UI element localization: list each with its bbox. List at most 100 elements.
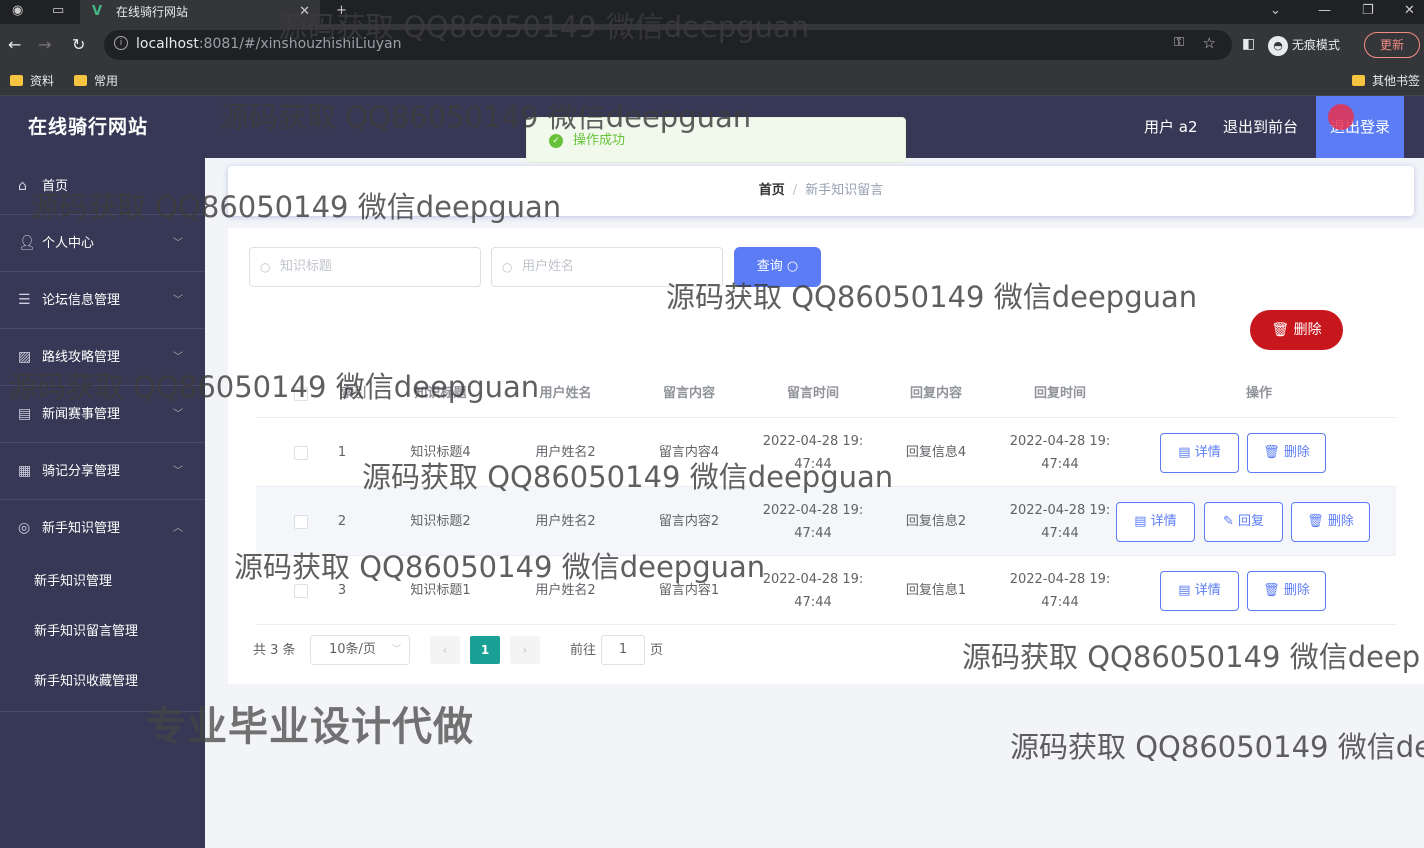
new-tab-icon[interactable]: + xyxy=(336,0,347,22)
sidebar-item-knowledge[interactable]: ◎ 新手知识管理 ︿ xyxy=(0,500,205,557)
next-page-button[interactable]: › xyxy=(510,636,540,664)
sidebar-item-share[interactable]: ▦ 骑记分享管理 ﹀ xyxy=(0,443,205,500)
check-circle-icon: ✓ xyxy=(549,134,563,148)
chevron-down-icon: ﹀ xyxy=(173,352,183,363)
cell-content: 留言内容1 xyxy=(658,583,720,598)
sidebar-item-label: 骑记分享管理 xyxy=(42,464,121,479)
delete-button[interactable]: 🗑︎ 删除 xyxy=(1247,571,1326,611)
query-button[interactable]: 查询 ○ xyxy=(734,247,821,287)
minimize-icon[interactable]: — xyxy=(1318,0,1331,22)
time-date: 2022-04-28 19: xyxy=(762,502,864,518)
delete-button[interactable]: 🗑︎ 删除 xyxy=(1247,433,1326,473)
row-checkbox[interactable] xyxy=(294,446,308,460)
goto-label: 前往 xyxy=(570,643,597,658)
table-row: 3 知识标题1 用户姓名2 留言内容1 2022-04-28 19: 47:44 … xyxy=(256,556,1396,625)
news-icon: ▤ xyxy=(18,406,32,422)
back-to-front-link[interactable]: 退出到前台 xyxy=(1223,96,1298,158)
sidebar-submenu: 新手知识管理 新手知识留言管理 新手知识收藏管理 xyxy=(0,557,205,712)
folder-icon xyxy=(1352,75,1365,86)
chevron-down-icon: ﹀ xyxy=(173,466,183,477)
user-search-input[interactable]: ○ 用户姓名 xyxy=(491,247,723,287)
restore-icon[interactable]: ❐ xyxy=(1362,0,1374,22)
column-header: 知识标题 xyxy=(414,386,467,401)
search-icon: ○ xyxy=(502,260,513,274)
site-info-icon[interactable]: i xyxy=(114,36,128,50)
detail-button[interactable]: ▤ 详情 xyxy=(1160,433,1239,473)
bookmark-folder-ziliao[interactable]: 资料 xyxy=(10,72,54,90)
chevron-down-icon: ﹀ xyxy=(173,295,183,306)
success-toast: ✓ 操作成功 xyxy=(526,117,906,163)
column-header: 留言时间 xyxy=(786,386,839,401)
reply-clock: 47:44 xyxy=(1041,594,1079,610)
sidebar-item-home[interactable]: ⌂ 首页 xyxy=(0,158,205,215)
delete-label: 删除 xyxy=(1293,322,1322,338)
chart-icon: ▨ xyxy=(18,349,32,365)
title-search-input[interactable]: ○ 知识标题 xyxy=(249,247,481,287)
main-panel: ○ 知识标题 ○ 用户姓名 查询 ○ 🗑︎ 删除 索引 知识标题 用户姓名 留言内容… xyxy=(228,228,1424,684)
batch-delete-button[interactable]: 🗑︎ 删除 xyxy=(1250,310,1343,350)
breadcrumb-home[interactable]: 首页 xyxy=(759,183,785,198)
row-checkbox[interactable] xyxy=(294,584,308,598)
time-date: 2022-04-28 19: xyxy=(762,571,864,587)
sidebar-item-label: 路线攻略管理 xyxy=(42,350,121,365)
sidebar-item-routes[interactable]: ▨ 路线攻略管理 ﹀ xyxy=(0,329,205,386)
page-size-select[interactable]: 10条/页 ﹀ xyxy=(310,635,410,665)
browser-menu-icon[interactable]: ◉ xyxy=(12,0,23,22)
reply-button[interactable]: ✎ 回复 xyxy=(1204,502,1283,542)
url-bar[interactable]: i localhost:8081/#/xinshouzhishiLiuyan ⚿… xyxy=(104,30,1232,60)
sidebar-item-profile[interactable]: 👤︎ 个人中心 ﹀ xyxy=(0,215,205,272)
select-all-checkbox[interactable] xyxy=(294,387,308,401)
query-label: 查询 xyxy=(756,259,783,274)
forward-icon[interactable]: → xyxy=(38,35,51,55)
submenu-item-knowledge-messages[interactable]: 新手知识留言管理 xyxy=(0,607,205,657)
incognito-indicator[interactable]: ◓ 无痕模式 xyxy=(1268,32,1340,58)
page-size-value: 10条/页 xyxy=(329,642,376,657)
detail-button[interactable]: ▤ 详情 xyxy=(1160,571,1239,611)
cell-reply: 回复信息1 xyxy=(905,583,967,598)
app-logo-title: 在线骑行网站 xyxy=(28,116,149,138)
bookmark-folder-changyong[interactable]: 常用 xyxy=(74,72,118,90)
detail-button[interactable]: ▤ 详情 xyxy=(1116,502,1195,542)
cell-reply: 回复信息2 xyxy=(905,514,967,529)
sidebar-item-news[interactable]: ▤ 新闻赛事管理 ﹀ xyxy=(0,386,205,443)
reload-icon[interactable]: ↻ xyxy=(72,35,85,55)
update-button[interactable]: 更新 xyxy=(1364,32,1420,58)
side-panel-icon[interactable]: ◧ xyxy=(1242,34,1255,54)
bookmark-folder-other[interactable]: 其他书签 xyxy=(1352,72,1420,90)
cell-reply: 回复信息4 xyxy=(905,445,967,460)
page-number-button[interactable]: 1 xyxy=(470,636,500,664)
browser-tab[interactable]: V 在线骑行网站 ✕ xyxy=(80,0,320,24)
sidebar-item-label: 新闻赛事管理 xyxy=(42,407,121,422)
close-window-icon[interactable]: ✕ xyxy=(1404,0,1415,22)
sidebar-item-label: 首页 xyxy=(42,179,69,194)
tab-search-icon[interactable]: ▭ xyxy=(52,0,64,22)
reply-date: 2022-04-28 19: xyxy=(1009,433,1111,449)
back-icon[interactable]: ← xyxy=(8,35,21,55)
logout-button[interactable]: 退出登录 xyxy=(1316,96,1404,158)
row-checkbox[interactable] xyxy=(294,515,308,529)
tab-list-icon[interactable]: ⌄ xyxy=(1270,0,1281,22)
placeholder: 用户姓名 xyxy=(522,259,575,274)
url-text: localhost:8081/#/xinshouzhishiLiuyan xyxy=(136,36,402,52)
tab-title: 在线骑行网站 xyxy=(116,5,189,19)
tab-close-icon[interactable]: ✕ xyxy=(299,0,310,24)
trash-icon: 🗑︎ xyxy=(1263,445,1280,460)
submenu-item-knowledge[interactable]: 新手知识管理 xyxy=(0,557,205,607)
bookmark-star-icon[interactable]: ☆ xyxy=(1203,34,1216,52)
delete-button[interactable]: 🗑︎ 删除 xyxy=(1291,502,1370,542)
sidebar-item-forum[interactable]: ☰ 论坛信息管理 ﹀ xyxy=(0,272,205,329)
placeholder: 知识标题 xyxy=(280,259,333,274)
chevron-down-icon: ﹀ xyxy=(391,645,401,655)
prev-page-button[interactable]: ‹ xyxy=(430,636,460,664)
document-icon: ▤ xyxy=(1134,514,1147,529)
cell-user: 用户姓名2 xyxy=(535,583,596,598)
bookmark-label: 资料 xyxy=(30,74,55,88)
reply-clock: 47:44 xyxy=(1041,456,1079,472)
column-header: 操作 xyxy=(1245,386,1272,401)
pagination: 共 3 条 10条/页 ﹀ ‹ 1 › 前往 1 页 xyxy=(228,628,928,672)
key-icon[interactable]: ⚿ xyxy=(1174,35,1184,50)
table-row: 2 知识标题2 用户姓名2 留言内容2 2022-04-28 19: 47:44 … xyxy=(256,487,1396,556)
vue-logo-icon: V xyxy=(92,4,103,19)
goto-page-input[interactable]: 1 xyxy=(601,635,645,665)
document-icon: ▤ xyxy=(1178,583,1191,598)
